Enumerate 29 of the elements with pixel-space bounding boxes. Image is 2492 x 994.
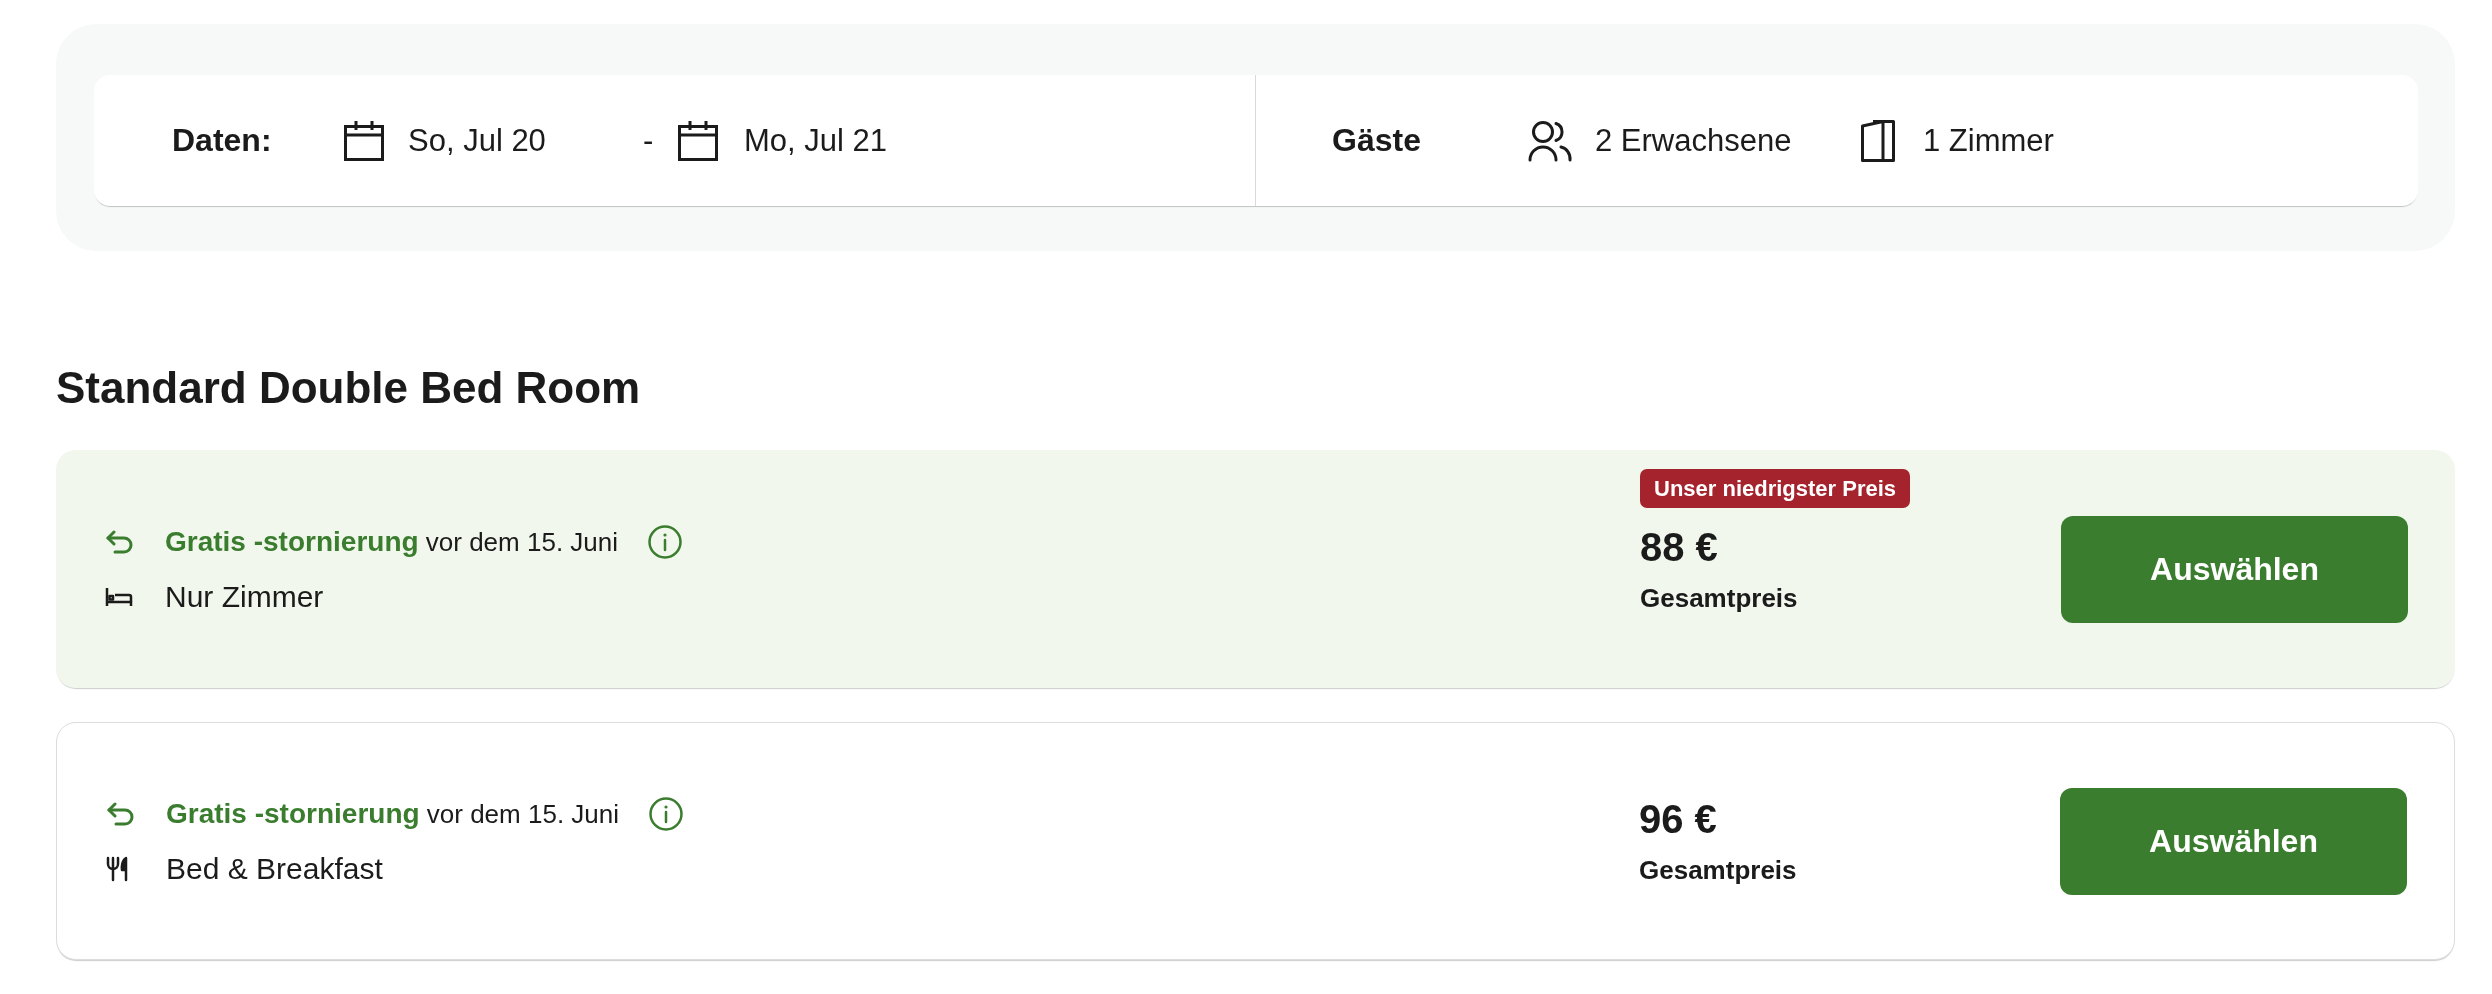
room-title: Standard Double Bed Room	[56, 362, 641, 414]
price-label: Gesamtpreis	[1640, 582, 1798, 615]
select-button[interactable]: Auswählen	[2060, 787, 2407, 895]
people-icon	[1528, 119, 1572, 162]
select-button[interactable]: Auswählen	[2061, 515, 2408, 623]
board-type-text: Bed & Breakfast	[166, 851, 383, 886]
adults-button[interactable]: 2 Erwachsene	[1528, 119, 1861, 162]
return-arrow-icon	[106, 801, 134, 826]
dates-label: Daten:	[172, 122, 273, 159]
board-type-text: Nur Zimmer	[165, 579, 324, 614]
door-icon	[1861, 119, 1895, 162]
rooms-button[interactable]: 1 Zimmer	[1861, 119, 2054, 162]
price-label: Gesamtpreis	[1639, 854, 1797, 887]
info-icon[interactable]	[649, 796, 684, 831]
price-text: 88 €	[1640, 524, 1718, 571]
lowest-price-badge: Unser niedrigster Preis	[1640, 469, 1911, 508]
cancellation-policy-text: Gratis -stornierung vor dem 15. Juni	[166, 797, 620, 830]
check-out-date-button[interactable]: Mo, Jul 21	[678, 120, 887, 161]
guests-label: Gäste	[1332, 122, 1422, 159]
price-text: 96 €	[1639, 796, 1717, 843]
fork-and-knife-icon	[106, 855, 130, 882]
cancellation-policy-text: Gratis -stornierung vor dem 15. Juni	[165, 525, 619, 558]
date-separator: -	[643, 122, 655, 159]
info-icon[interactable]	[648, 524, 683, 559]
bed-icon	[105, 586, 133, 607]
calendar-icon	[678, 120, 718, 161]
calendar-icon	[344, 120, 384, 161]
check-in-date-button[interactable]: So, Jul 20	[344, 120, 643, 161]
return-arrow-icon	[105, 529, 133, 554]
